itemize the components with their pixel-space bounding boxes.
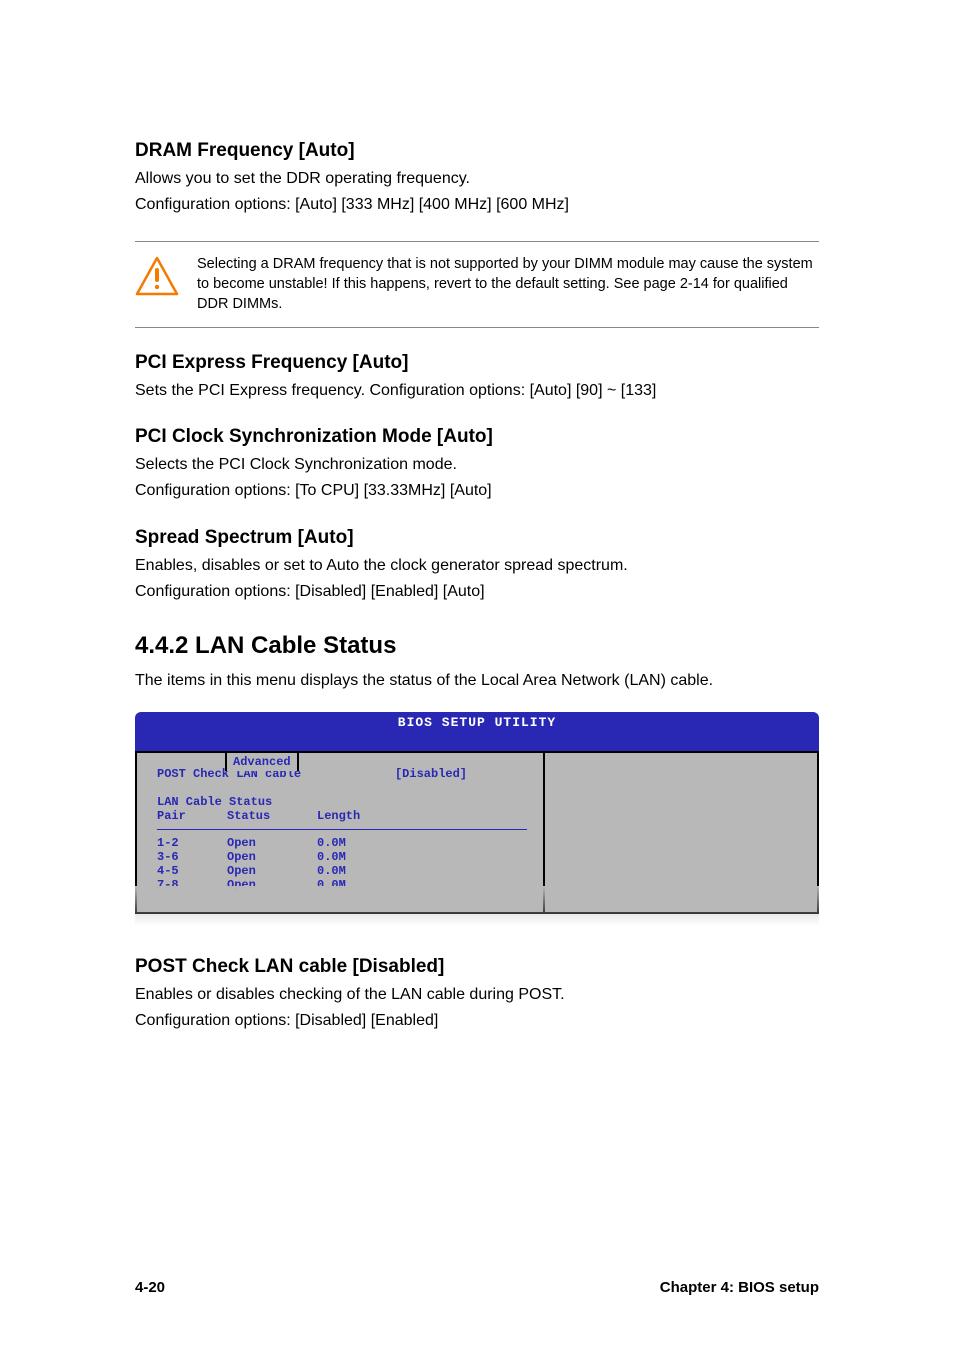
text-postcheck-2: Configuration options: [Disabled] [Enabl… <box>135 1010 819 1032</box>
table-row: 1-2Open0.0M <box>157 836 527 850</box>
heading-postcheck: POST Check LAN cable [Disabled] <box>135 956 819 978</box>
heading-spread: Spread Spectrum [Auto] <box>135 527 819 549</box>
section-postcheck: POST Check LAN cable [Disabled] Enables … <box>135 956 819 1033</box>
chapter-label: Chapter 4: BIOS setup <box>660 1279 819 1296</box>
text-pcie-1: Sets the PCI Express frequency. Configur… <box>135 380 819 402</box>
section-pciclock: PCI Clock Synchronization Mode [Auto] Se… <box>135 426 819 503</box>
text-dram-2: Configuration options: [Auto] [333 MHz] … <box>135 194 819 216</box>
text-spread-1: Enables, disables or set to Auto the clo… <box>135 555 819 577</box>
bios-col-status: Status <box>227 809 317 823</box>
heading-lan-status: 4.4.2 LAN Cable Status <box>135 632 819 660</box>
caution-text: Selecting a DRAM frequency that is not s… <box>197 254 819 315</box>
text-dram-1: Allows you to set the DDR operating freq… <box>135 168 819 190</box>
text-pciclock-2: Configuration options: [To CPU] [33.33MH… <box>135 480 819 502</box>
caution-box: Selecting a DRAM frequency that is not s… <box>135 241 819 328</box>
text-pciclock-1: Selects the PCI Clock Synchronization mo… <box>135 454 819 476</box>
bios-screenshot: BIOS SETUP UTILITY Advanced POST Check L… <box>135 712 819 926</box>
page-footer: 4-20 Chapter 4: BIOS setup <box>135 1279 819 1296</box>
page-number: 4-20 <box>135 1279 165 1296</box>
text-postcheck-1: Enables or disables checking of the LAN … <box>135 984 819 1006</box>
bios-header: BIOS SETUP UTILITY <box>135 712 819 733</box>
text-lan-desc: The items in this menu displays the stat… <box>135 670 819 692</box>
heading-pcie: PCI Express Frequency [Auto] <box>135 352 819 374</box>
heading-dram: DRAM Frequency [Auto] <box>135 140 819 162</box>
section-pcie: PCI Express Frequency [Auto] Sets the PC… <box>135 352 819 402</box>
bios-fade <box>135 886 819 926</box>
bios-table-title: LAN Cable Status <box>157 795 527 809</box>
bios-separator <box>157 829 527 830</box>
table-row: 4-5Open0.0M <box>157 864 527 878</box>
bios-col-length: Length <box>317 809 360 823</box>
bios-tab-advanced: Advanced <box>225 751 299 771</box>
bios-post-value: [Disabled] <box>395 767 467 781</box>
section-spread: Spread Spectrum [Auto] Enables, disables… <box>135 527 819 604</box>
bios-header-title: BIOS SETUP UTILITY <box>398 715 556 730</box>
bios-col-pair: Pair <box>157 809 227 823</box>
heading-pciclock: PCI Clock Synchronization Mode [Auto] <box>135 426 819 448</box>
text-spread-2: Configuration options: [Disabled] [Enabl… <box>135 581 819 603</box>
table-row: 3-6Open0.0M <box>157 850 527 864</box>
section-dram-frequency: DRAM Frequency [Auto] Allows you to set … <box>135 140 819 217</box>
bios-tabbar: Advanced <box>135 733 819 751</box>
caution-icon <box>135 256 179 296</box>
bios-table-header: PairStatusLength <box>157 809 527 823</box>
bios-post-row: POST Check LAN cable[Disabled] <box>157 767 527 781</box>
